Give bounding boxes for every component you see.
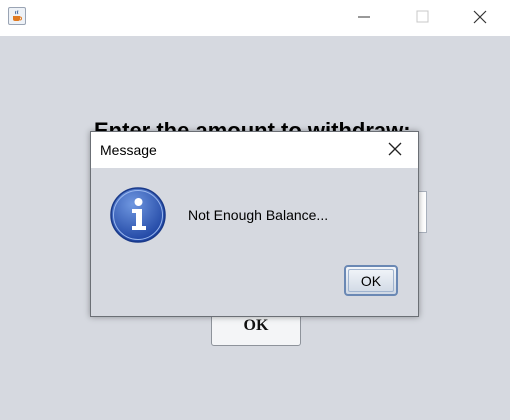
close-button[interactable] [458, 4, 502, 30]
window-border [510, 36, 514, 420]
dialog-title: Message [100, 142, 157, 158]
dialog-close-button[interactable] [381, 139, 409, 161]
minimize-button[interactable] [342, 4, 386, 30]
maximize-button[interactable] [400, 4, 444, 30]
dialog-message: Not Enough Balance... [188, 207, 329, 223]
close-icon [388, 142, 402, 156]
window-titlebar [0, 0, 514, 36]
dialog-ok-button[interactable]: OK [344, 265, 398, 296]
message-dialog: Message Not Enough Balance... OK [90, 131, 419, 317]
minimize-icon [358, 16, 370, 18]
dialog-ok-label: OK [360, 272, 382, 289]
java-cup-icon [8, 7, 26, 25]
close-icon [473, 10, 487, 24]
dialog-titlebar: Message [91, 132, 418, 168]
maximize-icon [416, 10, 429, 23]
info-icon [109, 186, 167, 244]
